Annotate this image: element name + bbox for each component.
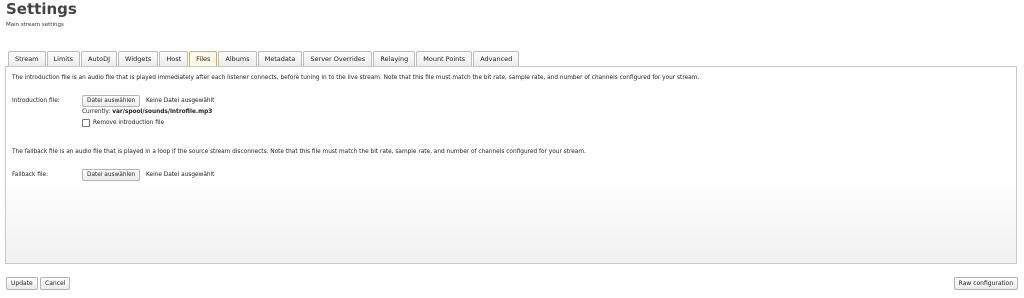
page-subtitle: Main stream settings	[6, 22, 64, 28]
tab-albums[interactable]: Albums	[218, 51, 257, 66]
tab-relaying[interactable]: Relaying	[373, 51, 416, 66]
intro-current-value: var/spool/sounds/introfile.mp3	[112, 109, 213, 115]
fallback-description: The fallback file is an audio file that …	[12, 149, 586, 155]
tab-bar: Stream Limits AutoDJ Widgets Host Files …	[8, 51, 520, 67]
tab-advanced[interactable]: Advanced	[473, 51, 520, 66]
tab-server-overrides[interactable]: Server Overrides	[303, 51, 373, 66]
intro-description: The introduction file is an audio file t…	[12, 75, 700, 81]
fallback-file-button[interactable]: Datei auswählen	[82, 169, 141, 181]
intro-current-prefix: Currently:	[82, 109, 111, 115]
remove-intro-checkbox[interactable]	[82, 119, 90, 127]
tab-host[interactable]: Host	[159, 51, 189, 66]
intro-file-status: Keine Datei ausgewählt	[146, 98, 215, 104]
intro-file-label: Introduction file:	[12, 98, 60, 104]
tab-stream[interactable]: Stream	[8, 51, 46, 66]
tab-metadata[interactable]: Metadata	[257, 51, 303, 66]
fallback-file-status: Keine Datei ausgewählt	[146, 172, 215, 178]
remove-intro-label: Remove introduction file	[93, 120, 165, 126]
fallback-file-label: Fallback file:	[12, 172, 48, 178]
tab-limits[interactable]: Limits	[46, 51, 81, 66]
remove-intro-row: Remove introduction file	[82, 119, 164, 127]
files-panel: The introduction file is an audio file t…	[5, 66, 1017, 264]
cancel-button[interactable]: Cancel	[40, 277, 71, 290]
raw-configuration-button[interactable]: Raw configuration	[953, 277, 1018, 290]
intro-file-button[interactable]: Datei auswählen	[82, 95, 141, 107]
tab-mount-points[interactable]: Mount Points	[416, 51, 473, 66]
tab-autodj[interactable]: AutoDJ	[81, 51, 118, 66]
tab-widgets[interactable]: Widgets	[118, 51, 159, 66]
page-title: Settings	[6, 0, 77, 18]
intro-current-file: Currently: var/spool/sounds/introfile.mp…	[82, 109, 212, 115]
tab-files[interactable]: Files	[189, 51, 218, 67]
update-button[interactable]: Update	[6, 277, 38, 290]
